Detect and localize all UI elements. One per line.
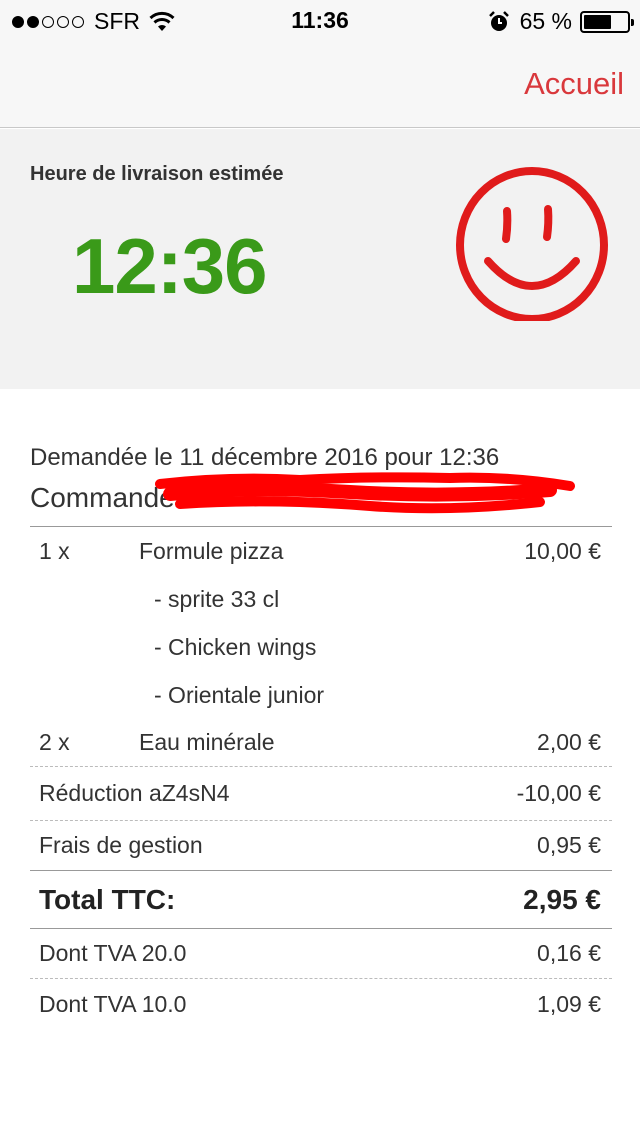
vat-row: Dont TVA 10.0 1,09 € bbox=[30, 979, 612, 1029]
discount-label: Réduction aZ4sN4 bbox=[39, 780, 230, 806]
order-item-row: 2 x Eau minérale 2,00 € bbox=[30, 719, 612, 767]
battery-icon bbox=[580, 10, 634, 33]
item-quantity: 2 x bbox=[39, 729, 70, 755]
item-option-row: - sprite 33 cl bbox=[30, 575, 612, 623]
item-price: 10,00 € bbox=[524, 537, 601, 564]
battery-fill bbox=[584, 14, 612, 29]
total-label: Total TTC: bbox=[39, 883, 176, 915]
eta-card: Heure de livraison estimée 12:36 bbox=[0, 129, 640, 389]
vat-label: Dont TVA 10.0 bbox=[39, 990, 187, 1017]
eta-time: 12:36 bbox=[72, 222, 267, 310]
vat-value: 0,16 € bbox=[537, 940, 601, 966]
fees-label: Frais de gestion bbox=[39, 832, 203, 858]
redaction-scribble bbox=[155, 472, 575, 514]
item-option-row: - Orientale junior bbox=[30, 671, 612, 719]
item-option: - Orientale junior bbox=[154, 681, 325, 708]
vat-row: Dont TVA 20.0 0,16 € bbox=[30, 929, 612, 979]
item-price: 2,00 € bbox=[537, 729, 601, 755]
item-quantity: 1 x bbox=[39, 537, 70, 564]
eta-label: Heure de livraison estimée bbox=[30, 163, 284, 185]
home-button[interactable]: Accueil bbox=[524, 66, 624, 102]
alarm-clock-icon bbox=[488, 10, 509, 31]
total-row: Total TTC: 2,95 € bbox=[30, 871, 612, 929]
order-requested-date: Demandée le 11 décembre 2016 pour 12:36 bbox=[30, 444, 500, 471]
order-items-table: 1 x Formule pizza 10,00 € - sprite 33 cl… bbox=[30, 526, 612, 1029]
smiley-face-icon bbox=[456, 167, 608, 321]
status-right: 65 % bbox=[488, 8, 634, 35]
item-option: - Chicken wings bbox=[154, 633, 317, 660]
fees-row: Frais de gestion 0,95 € bbox=[30, 821, 612, 871]
discount-row: Réduction aZ4sN4 -10,00 € bbox=[30, 767, 612, 821]
vat-value: 1,09 € bbox=[537, 990, 601, 1017]
battery-percent: 65 % bbox=[519, 8, 572, 34]
item-name: Eau minérale bbox=[139, 729, 275, 755]
navigation-bar: Accueil bbox=[0, 40, 640, 128]
fees-value: 0,95 € bbox=[537, 832, 601, 858]
torn-paper-edge bbox=[0, 360, 640, 386]
vat-label: Dont TVA 20.0 bbox=[39, 940, 187, 966]
total-value: 2,95 € bbox=[523, 883, 601, 915]
status-bar: SFR 11:36 65 % bbox=[0, 0, 640, 40]
discount-value: -10,00 € bbox=[516, 780, 601, 806]
item-option: - sprite 33 cl bbox=[154, 585, 280, 612]
order-item-row: 1 x Formule pizza 10,00 € bbox=[30, 527, 612, 575]
item-name: Formule pizza bbox=[139, 537, 284, 564]
item-option-row: - Chicken wings bbox=[30, 623, 612, 671]
